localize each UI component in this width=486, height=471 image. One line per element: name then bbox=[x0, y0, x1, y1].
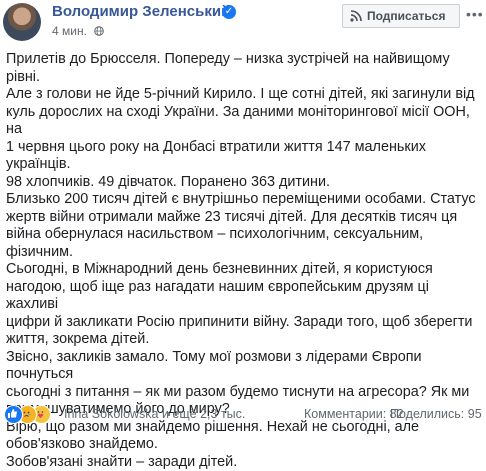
comments-count[interactable]: Комментарии: 82 bbox=[304, 407, 404, 421]
rss-icon bbox=[350, 10, 362, 22]
post-meta: 4 мин. bbox=[52, 24, 105, 38]
reactors-summary[interactable]: Inna Sokolowska и ещё 2,3 тыс. bbox=[64, 407, 245, 421]
globe-icon bbox=[94, 26, 105, 36]
verified-badge-icon: ✓ bbox=[222, 5, 236, 19]
more-options-icon[interactable]: ••• bbox=[466, 6, 484, 22]
post-time[interactable]: 4 мин. bbox=[52, 24, 87, 38]
subscribe-label: Подписаться bbox=[367, 9, 446, 23]
reaction-icons[interactable] bbox=[4, 405, 60, 424]
subscribe-button[interactable]: Подписаться bbox=[342, 4, 460, 28]
facebook-post: Володимир Зеленський ✓ 4 мин. Подписатьс… bbox=[0, 0, 486, 470]
like-reaction-icon bbox=[4, 405, 23, 424]
post-header: Володимир Зеленський ✓ 4 мин. Подписатьс… bbox=[0, 0, 486, 44]
author-avatar[interactable] bbox=[3, 3, 41, 41]
post-footer: Inna Sokolowska и ещё 2,3 тыс. Комментар… bbox=[0, 404, 486, 426]
author-name[interactable]: Володимир Зеленський bbox=[52, 3, 230, 20]
shares-count[interactable]: Поделились: 95 bbox=[390, 407, 482, 421]
